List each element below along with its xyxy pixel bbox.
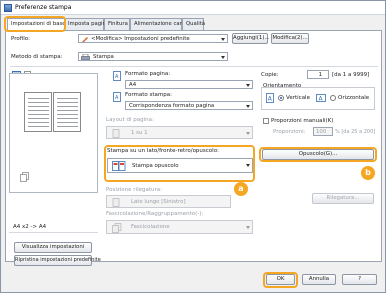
binding-button[interactable]: Rilegatura... <box>312 193 374 204</box>
portrait-icon: A <box>266 93 274 103</box>
chevron-down-icon <box>246 84 250 87</box>
finishing-value: Fascicolazione <box>131 224 170 230</box>
tab-quality[interactable]: Qualità <box>182 18 205 30</box>
printing-preferences-window: Preferenze stampa Impostazioni di base I… <box>0 0 386 293</box>
tab-paper-source[interactable]: Alimentazione carta <box>130 18 187 30</box>
callout-b: b <box>361 166 375 180</box>
page-size-select[interactable]: A4 <box>125 80 253 89</box>
separator <box>9 232 98 233</box>
preview-page-right <box>53 92 81 132</box>
portrait-radio[interactable] <box>278 95 284 101</box>
binding-value: Lato lungo [Sinistro] <box>131 199 186 205</box>
layout-select[interactable]: 1 su 1 <box>106 126 253 139</box>
output-size-value: Corrispondenza formato pagina <box>129 103 215 109</box>
profile-select[interactable]: <Modifica> Impostazioni predefinite <box>78 34 228 43</box>
finishing-label: Fascicolazione/Raggruppamento(-): <box>106 211 204 217</box>
page-layout-icon <box>112 129 120 138</box>
copies-label: Copie: <box>261 72 279 78</box>
tab-finishing[interactable]: Finitura <box>104 18 130 30</box>
profile-add-button[interactable]: Aggiungi(1)... <box>232 33 270 44</box>
layout-value: 1 su 1 <box>131 130 148 136</box>
window-title: Preferenze stampa <box>15 4 72 11</box>
output-method-select[interactable]: Stampa <box>78 52 228 61</box>
title-bar: Preferenze stampa <box>1 1 385 15</box>
callout-a: a <box>234 182 248 196</box>
print-style-highlight <box>104 145 255 182</box>
page-preview <box>9 73 98 193</box>
finishing-select[interactable]: Fascicolazione <box>106 220 253 234</box>
tab-page-setup[interactable]: Imposta pagina <box>64 18 109 30</box>
preview-caption: A4 x2 -> A4 <box>13 224 47 230</box>
cancel-button[interactable]: Annulla <box>302 274 336 285</box>
output-method-label: Metodo di stampa: <box>11 54 63 60</box>
binding-select[interactable]: Lato lungo [Sinistro] <box>106 195 231 208</box>
booklet-button-highlight <box>259 147 377 162</box>
profile-value: <Modifica> Impostazioni predefinite <box>91 36 190 42</box>
svg-text:A: A <box>115 74 119 80</box>
view-settings-button[interactable]: Visualizza impostazioni <box>14 242 92 253</box>
output-method-value: Stampa <box>93 54 114 60</box>
basic-settings-tab-highlight <box>4 16 66 32</box>
restore-defaults-button[interactable]: Ripristina impostazioni predefinite <box>14 255 101 266</box>
chevron-down-icon <box>246 105 250 108</box>
landscape-radio[interactable] <box>330 95 336 101</box>
binding-icon <box>112 198 120 207</box>
ok-button-highlight <box>263 272 298 288</box>
help-button[interactable]: ? <box>342 274 377 285</box>
page-size-icon: A <box>113 71 121 81</box>
page-size-label: Formato pagina: <box>125 71 171 77</box>
profile-label: Profilo: <box>11 36 30 42</box>
manual-scaling-checkbox[interactable] <box>263 118 269 124</box>
svg-text:A: A <box>115 95 119 101</box>
landscape-label: Orizzontale <box>338 95 370 101</box>
copies-input[interactable]: 1 <box>307 70 329 79</box>
binding-label: Posizione rilegatura: <box>106 187 162 193</box>
collate-icon <box>112 223 122 233</box>
profile-edit-button[interactable]: Modifica(2)... <box>271 33 309 44</box>
printer-icon <box>81 54 90 60</box>
output-size-icon: A <box>113 92 121 102</box>
chevron-down-icon <box>221 56 225 59</box>
scale-label: Proporzioni: <box>273 129 306 135</box>
output-size-label: Formato stampa: <box>125 92 172 98</box>
preview-page-left <box>24 92 52 132</box>
portrait-label: Verticale <box>286 95 310 101</box>
landscape-icon: A <box>316 94 326 102</box>
scale-range: % [da 25 a 200] <box>335 129 376 135</box>
page-size-value: A4 <box>129 82 137 88</box>
copies-range: [da 1 a 9999] <box>332 72 370 78</box>
chevron-down-icon <box>221 38 225 41</box>
manual-scaling-label: Proporzioni manuali(K) <box>271 118 334 124</box>
separator <box>10 66 378 67</box>
output-size-select[interactable]: Corrispondenza formato pagina <box>125 101 253 110</box>
scale-input[interactable]: 100 <box>313 127 333 136</box>
printer-app-icon <box>4 4 12 12</box>
pencil-icon <box>82 37 88 42</box>
copies-stack-icon <box>20 172 29 182</box>
chevron-down-icon <box>246 226 250 229</box>
layout-label: Layout di pagina: <box>106 117 154 123</box>
chevron-down-icon <box>246 132 250 135</box>
